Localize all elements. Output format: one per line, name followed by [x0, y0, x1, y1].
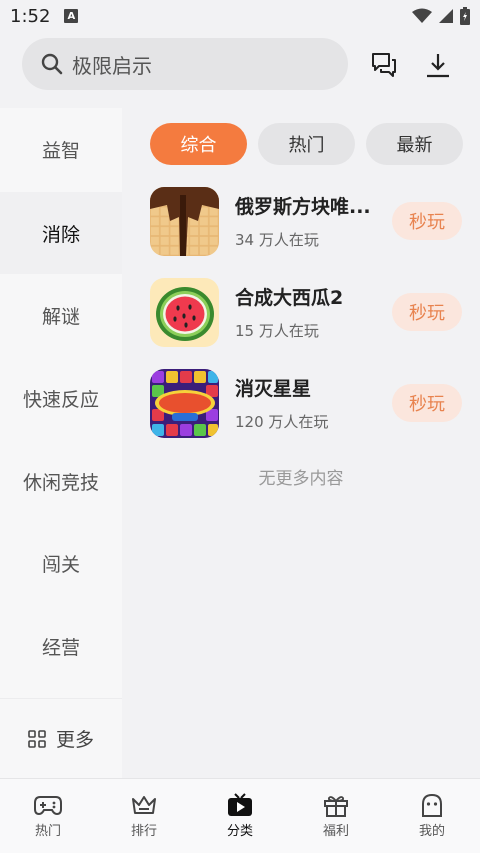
game-title: 俄罗斯方块唯... — [235, 196, 371, 218]
play-button[interactable]: 秒玩 — [392, 202, 462, 240]
sidebar-item-management[interactable]: 经营 — [0, 605, 122, 687]
chat-icon — [372, 53, 396, 77]
sidebar-item-puzzle[interactable]: 益智 — [0, 108, 122, 190]
sidebar-more-button[interactable]: 更多 — [0, 698, 122, 778]
signal-icon — [439, 9, 453, 23]
pop-star-icon — [150, 368, 219, 438]
ghost-icon — [422, 793, 442, 817]
game-item[interactable]: 俄罗斯方块唯... 34 万人在玩 秒玩 — [150, 186, 462, 256]
wood-block-puzzle-icon — [150, 186, 219, 256]
tab-label: 热门 — [34, 824, 61, 839]
game-info: 俄罗斯方块唯... 34 万人在玩 — [235, 192, 375, 250]
message-button[interactable] — [369, 50, 399, 80]
sidebar-item-reaction[interactable]: 快速反应 — [0, 357, 122, 439]
status-time: 1:52 — [10, 5, 51, 27]
header: 极限启示 — [0, 38, 480, 94]
chip-new[interactable]: 最新 — [366, 123, 463, 165]
search-icon — [41, 53, 63, 75]
game-info: 消灭星星 120 万人在玩 — [235, 374, 375, 432]
tab-rank[interactable]: 排行 — [96, 779, 192, 853]
battery-icon — [460, 7, 470, 25]
game-players: 15 万人在玩 — [235, 322, 319, 340]
chip-all[interactable]: 综合 — [150, 123, 247, 165]
game-players: 34 万人在玩 — [235, 231, 319, 249]
game-item[interactable]: 消灭星星 120 万人在玩 秒玩 — [150, 368, 462, 438]
filter-chips: 综合 热门 最新 — [150, 123, 463, 165]
sidebar-more-label: 更多 — [55, 729, 94, 751]
game-title: 合成大西瓜2 — [235, 287, 344, 309]
search-bar[interactable]: 极限启示 — [22, 38, 348, 90]
download-icon — [427, 54, 449, 78]
main-content: 综合 热门 最新 俄罗斯方块唯... 34 万人在玩 秒玩 合成大西瓜2 15 … — [122, 108, 480, 778]
grid-icon — [28, 729, 46, 748]
tab-hot[interactable]: 热门 — [0, 779, 96, 853]
tab-category[interactable]: 分类 — [192, 779, 288, 853]
status-icons — [412, 7, 470, 25]
tab-label: 分类 — [226, 824, 253, 839]
category-sidebar: 益智 消除 解谜 快速反应 休闲竞技 闯关 经营 更多 — [0, 108, 122, 778]
search-placeholder: 极限启示 — [72, 53, 152, 78]
tab-mine[interactable]: 我的 — [384, 779, 480, 853]
wifi-icon — [412, 8, 432, 23]
watermelon-icon — [150, 277, 219, 347]
play-button[interactable]: 秒玩 — [392, 293, 462, 331]
bottom-tab-bar: 热门 排行 分类 福利 我的 — [0, 778, 480, 853]
gamepad-icon — [34, 796, 62, 816]
crown-icon — [132, 796, 156, 814]
sidebar-item-match[interactable]: 消除 — [0, 192, 122, 274]
game-item[interactable]: 合成大西瓜2 15 万人在玩 秒玩 — [150, 277, 462, 347]
play-button[interactable]: 秒玩 — [392, 384, 462, 422]
sidebar-item-levels[interactable]: 闯关 — [0, 522, 122, 604]
game-title: 消灭星星 — [235, 378, 312, 400]
gift-icon — [324, 796, 348, 817]
tab-label: 排行 — [130, 824, 157, 839]
tv-play-icon — [228, 793, 252, 816]
status-bar: 1:52 A — [0, 0, 480, 32]
no-more-content: 无更多内容 — [258, 469, 344, 489]
notification-badge: A — [64, 9, 79, 23]
game-info: 合成大西瓜2 15 万人在玩 — [235, 283, 375, 341]
sidebar-item-casual[interactable]: 休闲竞技 — [0, 440, 122, 522]
tab-welfare[interactable]: 福利 — [288, 779, 384, 853]
tab-label: 福利 — [322, 824, 349, 839]
tab-label: 我的 — [418, 824, 445, 839]
sidebar-item-riddle[interactable]: 解谜 — [0, 274, 122, 356]
download-button[interactable] — [423, 50, 453, 80]
game-players: 120 万人在玩 — [235, 413, 329, 431]
chip-hot[interactable]: 热门 — [258, 123, 355, 165]
